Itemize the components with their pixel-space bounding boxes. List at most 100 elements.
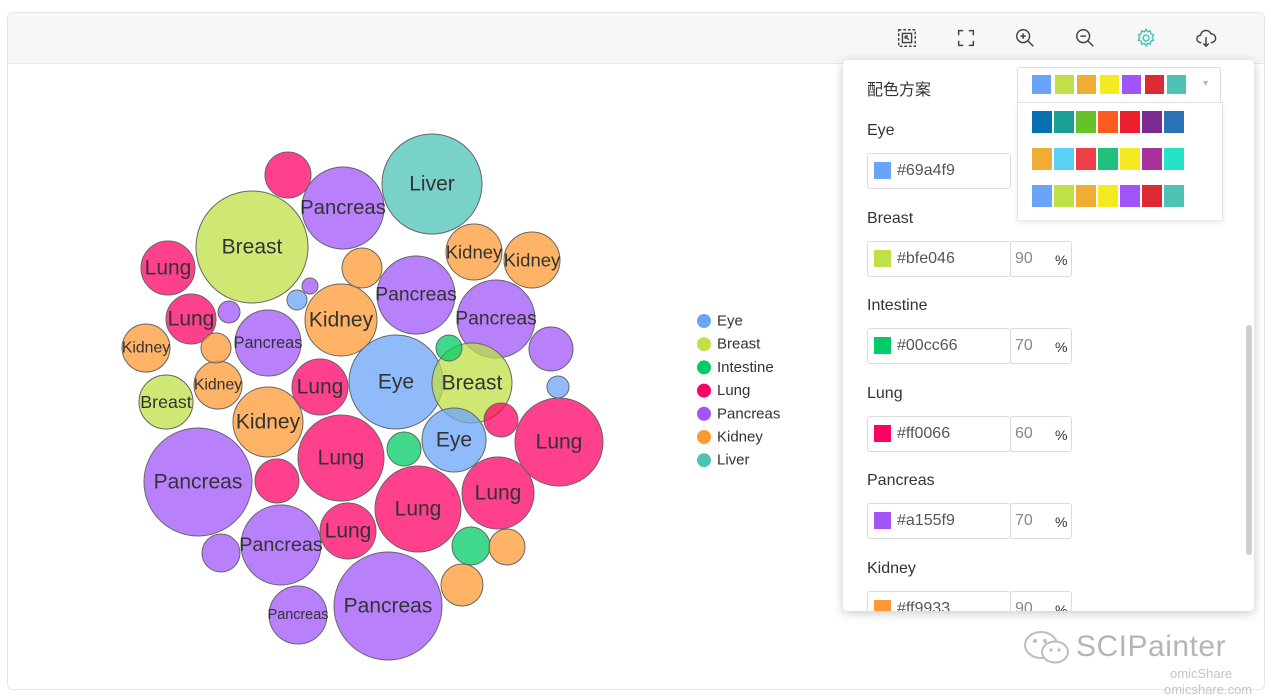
zoom-in-button[interactable]	[1012, 25, 1038, 51]
bubble-group: Pancreas Pancreas Breast Liver Eye Lung Lung Lu…	[121, 133, 604, 661]
bubble-lung[interactable]	[254, 458, 300, 504]
bubble-intestine[interactable]	[386, 431, 422, 467]
legend-marker[interactable]	[697, 383, 711, 398]
settings-button[interactable]	[1133, 25, 1159, 51]
legend-label[interactable]: Breast	[717, 336, 761, 353]
bubble-kidney[interactable]	[440, 563, 484, 607]
scheme-swatch	[1076, 148, 1096, 170]
zoom-out-button[interactable]	[1072, 25, 1098, 51]
bubble-label: Pancreas	[455, 309, 536, 330]
wechat-icon	[1024, 631, 1069, 664]
bubble-label: Pancreas	[154, 471, 243, 494]
zoom-out-icon	[1076, 29, 1094, 47]
hex-value: #00cc66	[897, 337, 958, 355]
bubble-kidney[interactable]	[488, 528, 526, 566]
bubble-label: Pancreas	[239, 534, 323, 556]
legend-label[interactable]: Intestine	[717, 359, 774, 376]
bubble-label: Lung	[395, 498, 442, 521]
hex-color-input[interactable]: #bfe046	[867, 240, 1011, 277]
download-button[interactable]	[1193, 25, 1219, 51]
scheme-swatch	[1076, 111, 1096, 133]
opacity-input[interactable]: 70%	[1010, 328, 1072, 365]
opacity-value: 70	[1015, 337, 1033, 355]
bubble-lung[interactable]	[483, 402, 519, 438]
bubble-lung[interactable]	[264, 151, 312, 199]
legend-marker[interactable]	[697, 360, 711, 375]
hex-value: #69a4f9	[897, 162, 955, 179]
scheme-swatch	[1098, 111, 1118, 133]
bubble-label: Lung	[325, 520, 372, 543]
bubble-eye[interactable]	[286, 289, 308, 311]
percent-unit: %	[1055, 514, 1068, 531]
scheme-swatch	[1144, 75, 1164, 94]
scheme-swatch	[1099, 75, 1119, 94]
restore-button[interactable]	[894, 25, 920, 51]
scheme-option[interactable]	[1032, 148, 1186, 170]
opacity-value: 90	[1015, 249, 1033, 267]
color-field-label: Eye	[867, 122, 895, 139]
color-scheme-select[interactable]: ▼	[1017, 67, 1221, 103]
opacity-value: 90	[1015, 600, 1033, 611]
hex-color-input[interactable]: #ff9933	[867, 591, 1011, 611]
hex-color-input[interactable]: #ff0066	[867, 415, 1011, 452]
hex-value: #ff0066	[897, 424, 951, 442]
fullscreen-button[interactable]	[953, 25, 979, 51]
percent-unit: %	[1055, 602, 1068, 611]
bubble-pancreas[interactable]	[217, 300, 241, 324]
hex-color-input[interactable]: #00cc66	[867, 328, 1011, 365]
legend-label[interactable]: Pancreas	[717, 405, 780, 422]
scheme-swatch	[1032, 111, 1052, 133]
legend-marker[interactable]	[697, 337, 711, 352]
scheme-swatch	[1122, 75, 1141, 94]
scheme-swatch	[1032, 75, 1051, 94]
scheme-swatch	[1120, 148, 1140, 170]
watermark-brand: SCIPainter	[1076, 630, 1227, 663]
download-icon	[1196, 29, 1217, 48]
bubble-label: Eye	[436, 429, 472, 452]
color-chip[interactable]	[874, 600, 891, 611]
opacity-input[interactable]: 90%	[1010, 591, 1072, 611]
bubble-pancreas[interactable]	[201, 533, 241, 573]
legend-label[interactable]: Eye	[717, 313, 743, 330]
legend-marker[interactable]	[697, 430, 711, 444]
bubble-label: Pancreas	[234, 334, 303, 352]
scheme-swatch	[1120, 111, 1140, 133]
bubble-eye[interactable]	[546, 375, 570, 399]
scheme-option[interactable]	[1032, 185, 1186, 207]
bubble-intestine[interactable]	[435, 334, 463, 362]
opacity-value: 60	[1015, 424, 1033, 442]
color-chip[interactable]	[874, 249, 891, 267]
bubble-pancreas[interactable]	[301, 277, 319, 295]
bubble-intestine[interactable]	[451, 526, 491, 566]
bubble-kidney[interactable]	[341, 247, 383, 289]
opacity-input[interactable]: 90%	[1010, 240, 1072, 277]
color-chip[interactable]	[874, 337, 891, 355]
scheme-option[interactable]	[1032, 111, 1186, 133]
color-chip[interactable]	[874, 424, 891, 442]
opacity-input[interactable]: 70%	[1010, 503, 1072, 540]
scheme-swatch	[1164, 185, 1184, 207]
scheme-swatch	[1077, 75, 1096, 94]
color-chip[interactable]	[874, 512, 891, 530]
color-chip[interactable]	[874, 162, 891, 179]
bubble-kidney[interactable]	[200, 332, 232, 364]
hex-color-input[interactable]: #a155f9	[867, 503, 1011, 540]
legend-marker[interactable]	[697, 453, 711, 468]
bubble-pancreas[interactable]	[528, 326, 574, 372]
legend-label[interactable]: Liver	[717, 452, 750, 469]
percent-unit: %	[1055, 426, 1068, 443]
hex-color-input[interactable]: #69a4f9	[867, 153, 1011, 189]
bubble-label: Kidney	[122, 340, 170, 357]
legend-label[interactable]: Lung	[717, 382, 750, 399]
bubble-label: Eye	[378, 371, 414, 394]
opacity-input[interactable]: 60%	[1010, 415, 1072, 452]
zoom-in-icon	[1016, 29, 1034, 47]
fullscreen-icon	[957, 29, 975, 47]
scheme-swatch	[1142, 111, 1162, 133]
legend-marker[interactable]	[697, 314, 711, 328]
legend-label[interactable]: Kidney	[717, 429, 763, 446]
panel-scrollbar[interactable]	[1246, 325, 1252, 555]
bubble-label: Lung	[318, 447, 365, 470]
legend-marker[interactable]	[697, 406, 711, 421]
bubble-label: Kidney	[194, 377, 242, 394]
